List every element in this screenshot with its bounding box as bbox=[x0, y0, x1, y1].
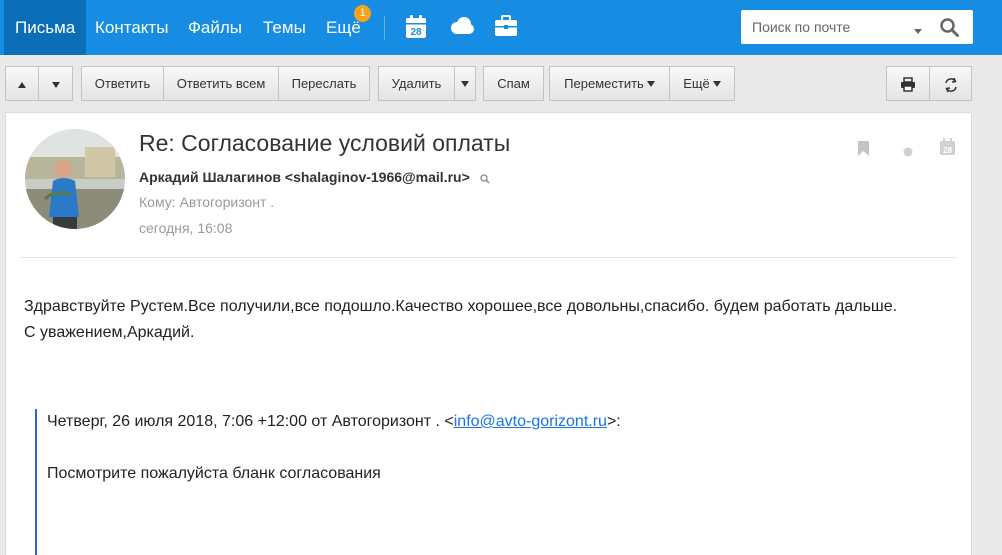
sender-avatar[interactable] bbox=[25, 129, 125, 229]
search-box bbox=[741, 10, 973, 44]
delete-button[interactable]: Удалить bbox=[378, 66, 455, 101]
search-sender-icon[interactable] bbox=[480, 171, 490, 189]
message-sender[interactable]: Аркадий Шалагинов <shalaginov-1966@mail.… bbox=[139, 169, 470, 185]
calendar-small-day: 28 bbox=[943, 146, 952, 155]
bookmark-icon[interactable] bbox=[857, 140, 870, 162]
quote-bar bbox=[35, 409, 37, 555]
search-icon[interactable] bbox=[940, 18, 959, 42]
forward-button[interactable]: Переслать bbox=[278, 66, 370, 101]
message-subject: Re: Согласование условий оплаты bbox=[139, 130, 511, 156]
arrow-up-icon bbox=[17, 76, 27, 91]
delete-options-button[interactable] bbox=[454, 66, 476, 101]
prev-message-button[interactable] bbox=[5, 66, 39, 101]
message-body-line: С уважением,Аркадий. bbox=[24, 324, 195, 341]
calendar-icon[interactable]: 28 bbox=[405, 15, 427, 44]
reply-button[interactable]: Ответить bbox=[81, 66, 164, 101]
header-divider bbox=[20, 257, 957, 258]
quote-header: Четверг, 26 июля 2018, 7:06 +12:00 от Ав… bbox=[47, 413, 621, 431]
briefcase-icon[interactable] bbox=[494, 15, 518, 42]
calendar-small-icon[interactable]: 28 bbox=[939, 138, 956, 161]
quote-body: Посмотрите пожалуйста бланк согласования bbox=[47, 465, 381, 482]
chevron-down-icon bbox=[712, 80, 721, 87]
calendar-day: 28 bbox=[410, 27, 422, 38]
more-actions-button[interactable]: Ещё bbox=[669, 66, 735, 101]
message-recipient: Кому: Автогоризонт . bbox=[139, 194, 275, 210]
unread-dot-icon[interactable] bbox=[903, 144, 913, 162]
nav-separator bbox=[384, 16, 385, 40]
message-date: сегодня, 16:08 bbox=[139, 220, 233, 236]
spam-button[interactable]: Спам bbox=[483, 66, 544, 101]
reply-all-button[interactable]: Ответить всем bbox=[163, 66, 279, 101]
quote-header-prefix: Четверг, 26 июля 2018, 7:06 +12:00 от Ав… bbox=[47, 413, 454, 430]
arrow-down-icon bbox=[51, 76, 61, 91]
nav-tab-topics[interactable]: Темы bbox=[252, 0, 317, 55]
next-message-button[interactable] bbox=[39, 66, 73, 101]
search-options-dropdown-icon[interactable] bbox=[913, 23, 923, 41]
quote-email-link[interactable]: info@avto-gorizont.ru bbox=[454, 413, 607, 430]
search-input[interactable] bbox=[741, 10, 911, 44]
top-navigation-bar: Письма Контакты Файлы Темы Ещё 1 28 bbox=[0, 0, 1002, 55]
nav-tab-files[interactable]: Файлы bbox=[177, 0, 253, 55]
translate-icon bbox=[943, 76, 959, 92]
chevron-down-icon bbox=[461, 80, 469, 87]
cloud-icon[interactable] bbox=[449, 16, 475, 41]
message-body-line: Здравствуйте Рустем.Все получили,все под… bbox=[24, 298, 898, 315]
print-button[interactable] bbox=[886, 66, 930, 101]
move-button[interactable]: Переместить bbox=[549, 66, 670, 101]
message-card: Re: Согласование условий оплаты Аркадий … bbox=[5, 112, 972, 555]
move-button-label: Переместить bbox=[564, 76, 644, 91]
translate-button[interactable] bbox=[929, 66, 972, 101]
notification-badge: 1 bbox=[354, 5, 371, 22]
print-icon bbox=[900, 76, 916, 92]
more-actions-label: Ещё bbox=[683, 76, 710, 91]
quote-header-suffix: >: bbox=[606, 413, 621, 430]
nav-tab-letters[interactable]: Письма bbox=[4, 0, 87, 55]
nav-tab-contacts[interactable]: Контакты bbox=[84, 0, 179, 55]
chevron-down-icon bbox=[646, 80, 655, 87]
